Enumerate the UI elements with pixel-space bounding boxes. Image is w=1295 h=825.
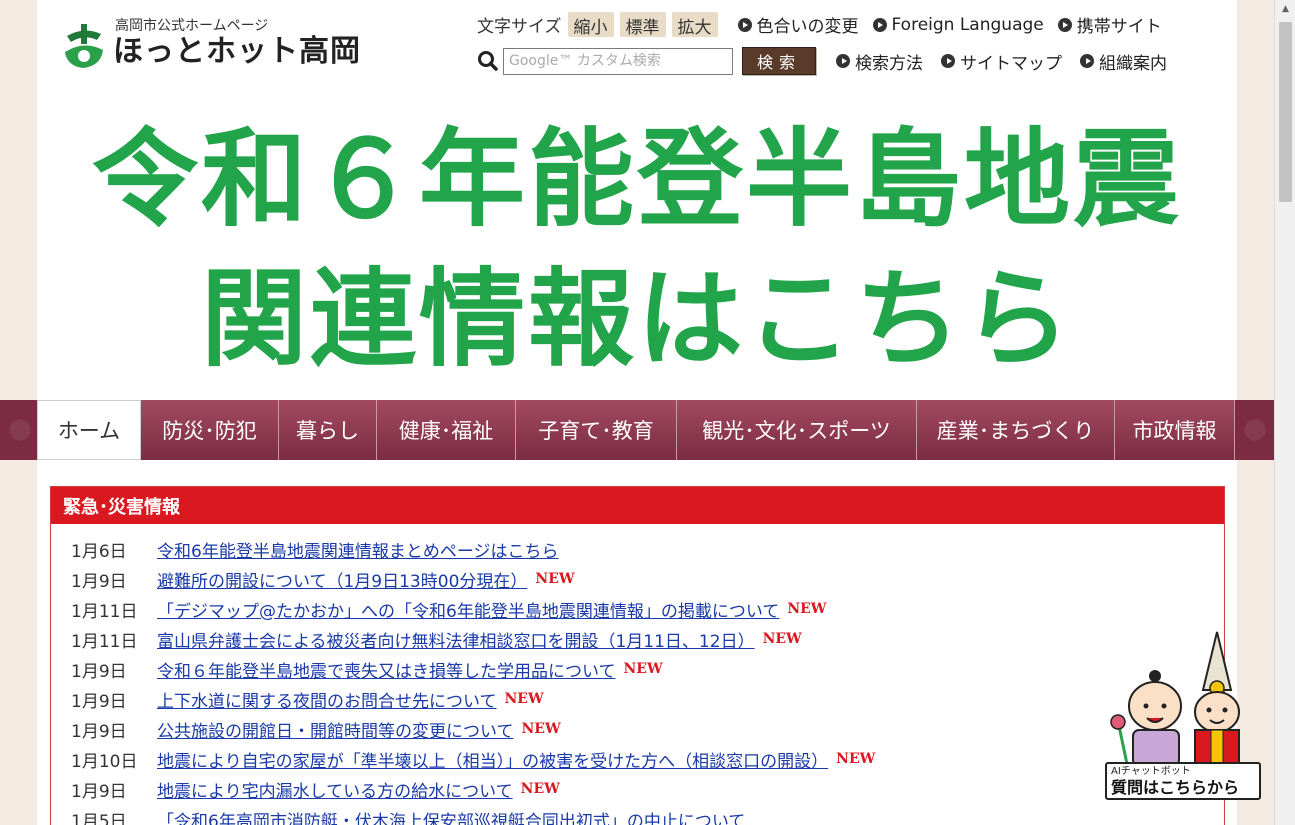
arrow-bullet-icon <box>1080 54 1094 68</box>
emergency-info-date: 1月5日 <box>71 811 127 825</box>
emergency-info-item: 1月11日 「デジマップ@たかおか」への「令和6年能登半島地震関連情報」の掲載につ… <box>71 594 1224 624</box>
nav-city-administration[interactable]: 市政情報 <box>1115 400 1235 460</box>
emergency-info-date: 1月10日 <box>71 751 138 772</box>
new-badge: NEW <box>520 781 560 797</box>
emergency-info-link[interactable]: 「デジマップ@たかおか」への「令和6年能登半島地震関連情報」の掲載について <box>157 597 779 622</box>
new-badge: NEW <box>504 691 544 707</box>
search-input[interactable] <box>503 47 733 75</box>
takaoka-logo-icon <box>65 24 103 68</box>
mobile-site-link[interactable]: 携帯サイト <box>1057 12 1162 37</box>
foreign-language-link[interactable]: Foreign Language <box>872 14 1044 35</box>
nav-disaster-prevention[interactable]: 防災･防犯 <box>141 400 279 460</box>
emergency-info-item: 1月9日 地震により宅内漏水している方の給水について NEW <box>71 774 1224 804</box>
search-help-link[interactable]: 検索方法 <box>836 49 923 74</box>
emergency-info-date: 1月9日 <box>71 661 127 682</box>
nav-living[interactable]: 暮らし <box>279 400 377 460</box>
font-size-larger-button[interactable]: 拡大 <box>671 12 718 38</box>
emergency-info-link[interactable]: 公共施設の開館日・開館時間等の変更について <box>157 717 514 742</box>
new-badge: NEW <box>535 571 575 587</box>
site-logo[interactable]: 高岡市公式ホームページ ほっとホット高岡 <box>61 18 361 70</box>
font-size-standard-button[interactable]: 標準 <box>619 12 666 38</box>
emergency-info-date: 1月6日 <box>71 541 127 562</box>
emergency-info-link[interactable]: 富山県弁護士会による被災者向け無料法律相談窓口を開設（1月11日、12日） <box>157 627 755 652</box>
nav-tourism-culture-sports[interactable]: 観光･文化･スポーツ <box>677 400 917 460</box>
emergency-info-heading: 緊急･災害情報 <box>51 487 1224 524</box>
new-badge: NEW <box>787 601 827 617</box>
logo-subtitle: 高岡市公式ホームページ <box>115 18 269 34</box>
new-badge: NEW <box>521 721 561 737</box>
font-size-label: 文字サイズ <box>477 17 562 37</box>
nav-industry-urban[interactable]: 産業･まちづくり <box>917 400 1115 460</box>
emergency-info-link[interactable]: 地震により自宅の家屋が「準半壊以上（相当）」の被害を受けた方へ（相談窓口の開設） <box>157 747 828 772</box>
emergency-info-date: 1月9日 <box>71 721 127 742</box>
chatbot-caption: AIチャットボット 質問はこちらから <box>1105 762 1261 800</box>
foreign-language-label: Foreign Language <box>891 14 1044 35</box>
arrow-bullet-icon <box>836 54 850 68</box>
chatbot-caption-large: 質問はこちらから <box>1111 777 1240 797</box>
emergency-info-item: 1月9日 上下水道に関する夜間のお問合せ先について NEW <box>71 684 1224 714</box>
arrow-bullet-icon <box>941 54 955 68</box>
emergency-info-date: 1月11日 <box>71 631 138 652</box>
nav-home[interactable]: ホーム <box>37 400 141 460</box>
mobile-site-label: 携帯サイト <box>1076 17 1162 37</box>
new-badge: NEW <box>623 661 663 677</box>
search-row: 検索 検索方法 サイトマップ 組織案内 <box>477 47 1167 75</box>
organization-link[interactable]: 組織案内 <box>1080 49 1167 74</box>
arrow-bullet-icon <box>737 17 752 32</box>
search-help-label: 検索方法 <box>855 53 923 74</box>
organization-label: 組織案内 <box>1099 53 1167 74</box>
sitemap-link[interactable]: サイトマップ <box>941 49 1062 74</box>
nav-health-welfare[interactable]: 健康･福祉 <box>377 400 516 460</box>
emergency-info-link[interactable]: 上下水道に関する夜間のお問合せ先について <box>157 687 497 712</box>
emergency-info-item: 1月11日 富山県弁護士会による被災者向け無料法律相談窓口を開設（1月11日、12… <box>71 624 1224 654</box>
chatbot-mascot-icon <box>1110 631 1240 767</box>
header-tools-row: 文字サイズ 縮小 標準 拡大 色合いの変更 Foreign Language 携… <box>477 12 1162 38</box>
emergency-info-item: 1月9日 避難所の開設について（1月9日13時00分現在） NEW <box>71 564 1224 594</box>
banner-line-1: 令和６年能登半島地震 <box>92 118 1182 241</box>
ai-chatbot-button[interactable]: AIチャットボット 質問はこちらから <box>1103 630 1265 800</box>
emergency-info-item: 1月9日 公共施設の開館日・開館時間等の変更について NEW <box>71 714 1224 744</box>
font-size-smaller-button[interactable]: 縮小 <box>567 12 614 38</box>
arrow-bullet-icon <box>1057 17 1072 32</box>
page-scrollbar[interactable]: ▲ <box>1274 0 1295 825</box>
nav-childcare-education[interactable]: 子育て･教育 <box>516 400 677 460</box>
color-change-link[interactable]: 色合いの変更 <box>737 12 859 37</box>
emergency-info-link[interactable]: 令和６年能登半島地震で喪失又はき損等した学用品について <box>157 657 616 682</box>
search-icon <box>478 51 498 71</box>
scroll-up-arrow-icon[interactable]: ▲ <box>1275 0 1295 18</box>
emergency-info-link[interactable]: 令和6年能登半島地震関連情報まとめページはこちら <box>157 537 558 562</box>
emergency-info-date: 1月9日 <box>71 691 127 712</box>
emergency-info-item: 1月9日 令和６年能登半島地震で喪失又はき損等した学用品について NEW <box>71 654 1224 684</box>
emergency-info-link[interactable]: 「令和6年高岡市消防艇・伏木海上保安部巡視艇合同出初式」の中止について <box>157 807 745 825</box>
search-button[interactable]: 検索 <box>742 47 816 75</box>
chatbot-caption-small: AIチャットボット <box>1111 765 1191 777</box>
emergency-info-date: 1月11日 <box>71 601 138 622</box>
emergency-info-item: 1月10日 地震により自宅の家屋が「準半壊以上（相当）」の被害を受けた方へ（相談窓… <box>71 744 1224 774</box>
sitemap-label: サイトマップ <box>960 53 1062 74</box>
logo-title: ほっとホット高岡 <box>113 34 361 69</box>
emergency-info-list: 1月6日 令和6年能登半島地震関連情報まとめページはこちら 1月9日 避難所の開設につ… <box>51 524 1224 825</box>
scrollbar-thumb[interactable] <box>1279 22 1292 202</box>
arrow-bullet-icon <box>872 17 887 32</box>
earthquake-banner[interactable]: 令和６年能登半島地震 関連情報はこちら <box>37 100 1237 400</box>
emergency-info-item: 1月6日 令和6年能登半島地震関連情報まとめページはこちら <box>71 534 1224 564</box>
emergency-info-date: 1月9日 <box>71 781 127 802</box>
new-badge: NEW <box>836 751 876 767</box>
emergency-info-item: 1月5日 「令和6年高岡市消防艇・伏木海上保安部巡視艇合同出初式」の中止について <box>71 804 1224 825</box>
emergency-info-box: 緊急･災害情報 1月6日 令和6年能登半島地震関連情報まとめページはこちら 1月9日… <box>50 486 1225 825</box>
emergency-info-link[interactable]: 避難所の開設について（1月9日13時00分現在） <box>157 567 527 592</box>
banner-line-2: 関連情報はこちら <box>201 258 1073 381</box>
emergency-info-date: 1月9日 <box>71 571 127 592</box>
global-nav: ホーム 防災･防犯 暮らし 健康･福祉 子育て･教育 観光･文化･スポーツ 産業… <box>0 400 1274 460</box>
color-change-label: 色合いの変更 <box>756 17 859 37</box>
emergency-info-link[interactable]: 地震により宅内漏水している方の給水について <box>157 777 513 802</box>
new-badge: NEW <box>762 631 802 647</box>
